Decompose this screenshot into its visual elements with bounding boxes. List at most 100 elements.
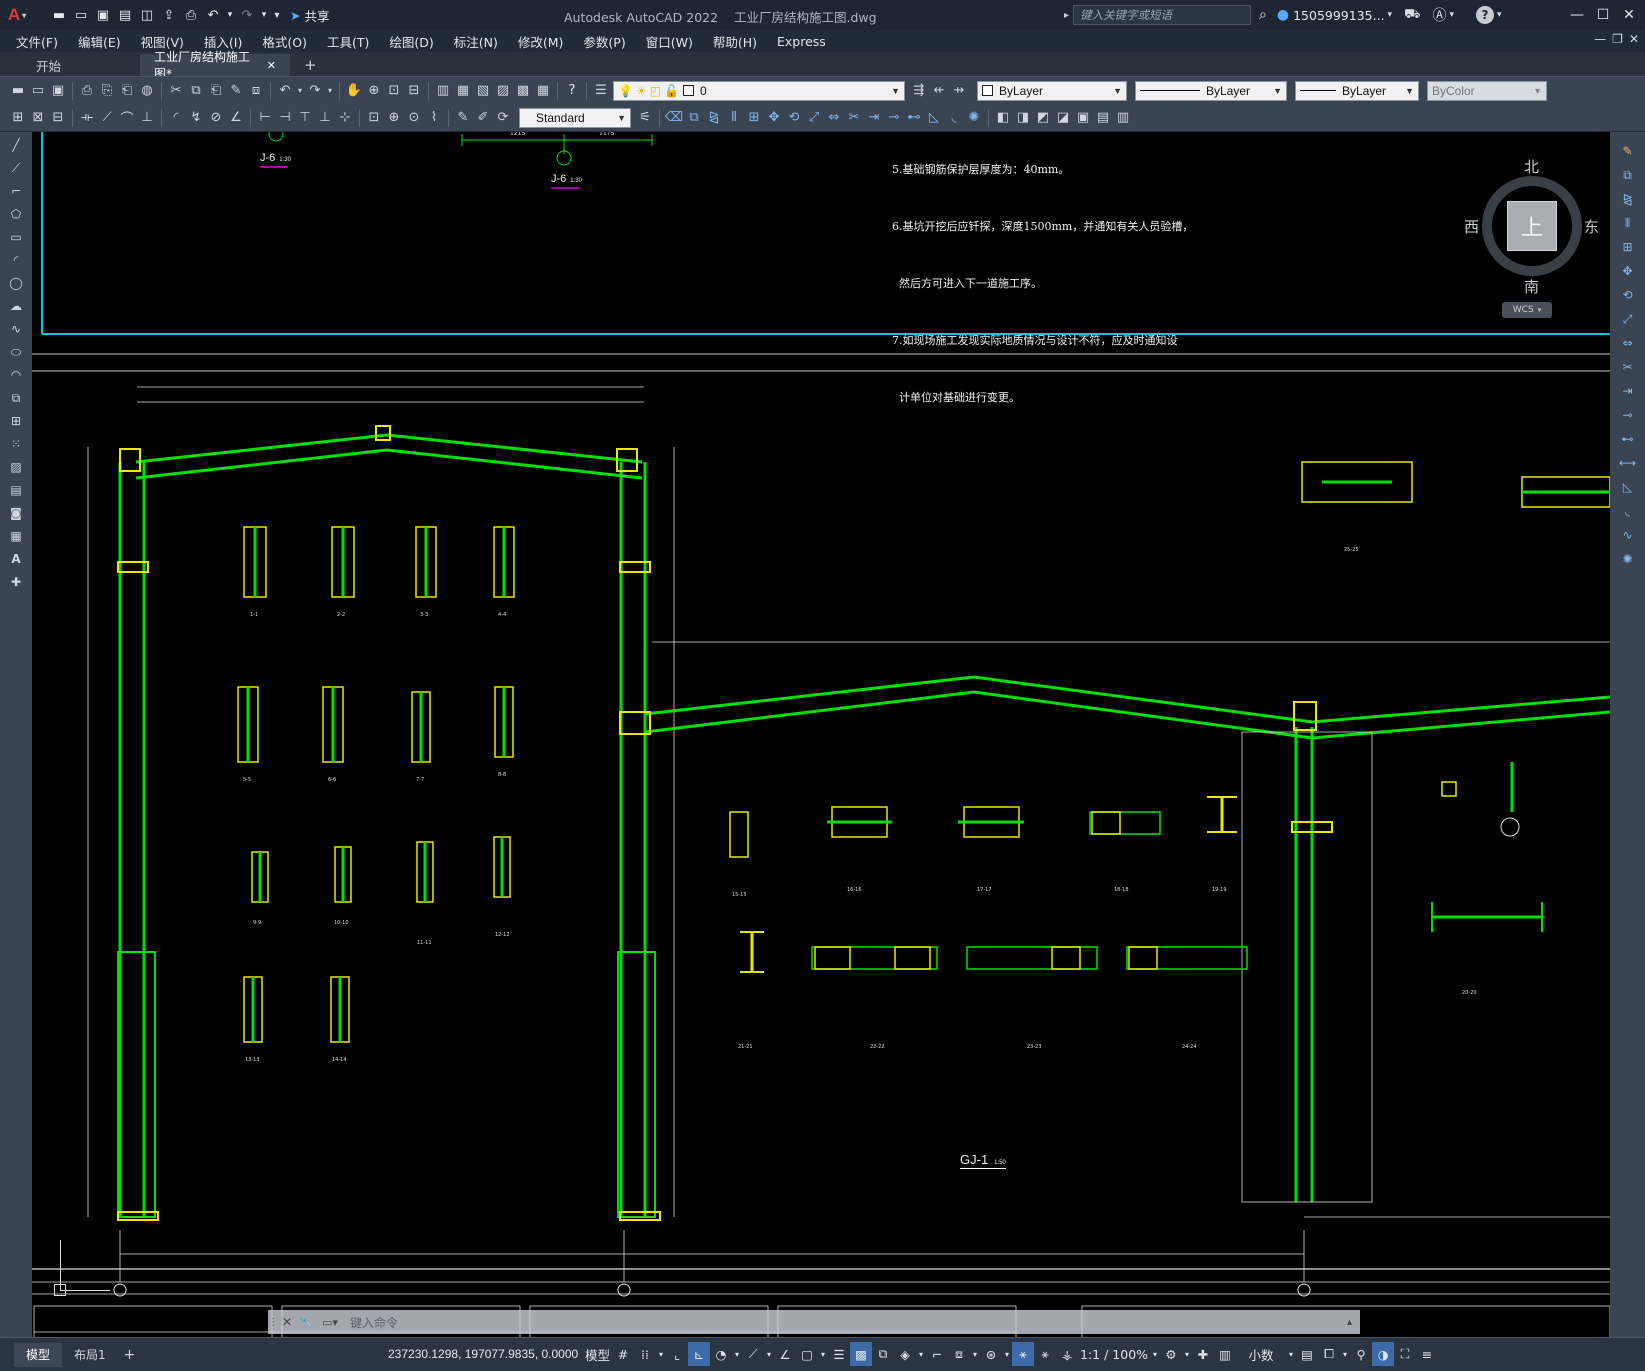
draworder-icon[interactable]: ▥ [1113,108,1133,128]
explode-icon[interactable]: ✺ [964,108,984,128]
dim-angular-icon[interactable]: ∠ [226,108,246,128]
make-block-icon[interactable]: ⊞ [8,108,28,128]
offset-icon[interactable]: ⫴ [724,108,744,128]
tab-document[interactable]: 工业厂房结构施工图* ✕ [140,50,290,81]
selection-filter-icon[interactable]: ⧈ [948,1342,970,1366]
model-space-button[interactable]: 模型 [583,1342,612,1366]
join-icon[interactable]: ⊷ [904,108,924,128]
mirror-icon[interactable]: ⧎ [704,108,724,128]
cmd-grip-icon[interactable]: ⋮ [268,1317,278,1328]
break-right-icon[interactable]: ⊷ [1619,430,1637,448]
join-right-icon[interactable]: ⟷ [1619,454,1637,472]
hatch-icon[interactable]: ▨ [7,458,25,476]
undo-tool-icon[interactable]: ↶ [275,81,295,101]
polar-icon[interactable]: ◔ [710,1342,732,1366]
preview-icon[interactable]: ⎘ [97,81,117,101]
table-icon[interactable]: ▦ [7,527,25,545]
text-front-icon[interactable]: ▣ [1073,108,1093,128]
dim-text-edit-icon[interactable]: ✐ [473,108,493,128]
array-right-icon[interactable]: ⊞ [1619,238,1637,256]
dim-aligned-icon[interactable]: ⟋ [97,108,117,128]
isolate-objects-icon[interactable]: ⚲ [1350,1342,1372,1366]
fillet-right-icon[interactable]: ◟ [1619,502,1637,520]
lock-ui-dropdown-icon[interactable]: ▾ [1340,1342,1350,1366]
paste-icon[interactable]: ⎗ [206,81,226,101]
move-icon[interactable]: ✥ [764,108,784,128]
erase-right-icon[interactable]: ✎ [1619,142,1637,160]
open-icon[interactable]: ▭ [28,81,48,101]
lock-ui-icon[interactable]: ⧠ [1318,1342,1340,1366]
menu-help[interactable]: 帮助(H) [703,32,767,51]
layer-on-icon[interactable]: 💡 [618,84,633,98]
workspace-dropdown-icon[interactable]: ▾ [1182,1342,1192,1366]
dim-update-icon[interactable]: ⟳ [493,108,513,128]
application-menu-button[interactable]: A ▾ [0,4,34,26]
isodraft-icon[interactable]: ⟋ [742,1342,764,1366]
design-center-icon[interactable]: ▦ [453,81,473,101]
compass-north[interactable]: 北 [1524,156,1539,177]
units-dropdown-icon[interactable]: ▾ [1286,1342,1296,1366]
annotation-scale-dropdown-icon[interactable]: ▾ [1150,1342,1160,1366]
doc-close-icon[interactable]: ✕ [1629,32,1639,46]
annotation-monitor-icon[interactable]: ✚ [1192,1342,1214,1366]
tab-start[interactable]: 开始 [0,54,140,76]
compass-south[interactable]: 南 [1524,276,1539,297]
match-properties-icon[interactable]: ✎ [226,81,246,101]
dim-style-dropdown[interactable]: Standard ▼ [519,107,631,128]
dim-arc-icon[interactable]: ⌒ [117,108,137,128]
auto-scale-icon[interactable]: ⚹ [1034,1342,1056,1366]
spline-icon[interactable]: ∿ [7,320,25,338]
close-icon[interactable]: ✕ [1616,2,1642,28]
wcs-menu[interactable]: WCS ▾ [1502,302,1552,318]
move-right-icon[interactable]: ✥ [1619,262,1637,280]
linetype-dropdown[interactable]: ByLayer ▼ [1135,80,1287,101]
menu-tools[interactable]: 工具(T) [317,32,379,51]
compass-west[interactable]: 西 [1464,216,1479,237]
customize-status-icon[interactable]: ≡ [1416,1342,1438,1366]
undo-dropdown-icon[interactable]: ▾ [224,4,236,26]
dim-space-icon[interactable]: ⊥ [315,108,335,128]
units-value[interactable]: 小数 [1236,1342,1286,1366]
viewcube-face-top[interactable]: 上 [1507,201,1557,251]
hatch-back-icon[interactable]: ▤ [1093,108,1113,128]
redo-tool-dropdown-icon[interactable]: ▾ [325,82,335,100]
explode-right-icon[interactable]: ✺ [1619,550,1637,568]
zoom-previous-icon[interactable]: ⊟ [404,81,424,101]
help-search-input[interactable]: 键入关键字或短语 [1073,5,1252,25]
tab-close-icon[interactable]: ✕ [267,59,276,72]
polyline-icon[interactable]: ⌐ [7,182,25,200]
cmd-recent-icon[interactable]: ▭▾ [316,1316,344,1329]
menu-draw[interactable]: 绘图(D) [379,32,443,51]
ortho-icon[interactable]: ⊾ [688,1342,711,1366]
gradient-icon[interactable]: ▤ [7,481,25,499]
chamfer-right-icon[interactable]: ◺ [1619,478,1637,496]
copy-object-icon[interactable]: ⧉ [684,108,704,128]
inspection-icon[interactable]: ⊙ [404,108,424,128]
3d-osnap-dropdown-icon[interactable]: ▾ [916,1342,926,1366]
block-editor-icon[interactable]: ⧈ [246,81,266,101]
draworder-back-icon[interactable]: ◨ [1013,108,1033,128]
menu-format[interactable]: 格式(O) [252,32,317,51]
layer-state-icon[interactable]: ⇸ [949,81,969,101]
polygon-icon[interactable]: ⬠ [7,205,25,223]
array-icon[interactable]: ⊞ [744,108,764,128]
copy-icon[interactable]: ⧉ [186,81,206,101]
snap-dropdown-icon[interactable]: ▾ [656,1342,666,1366]
selection-cycling-icon[interactable]: ⧉ [872,1342,894,1366]
dim-diameter-icon[interactable]: ⊘ [206,108,226,128]
minimize-icon[interactable]: — [1564,2,1590,28]
dim-continue-icon[interactable]: ⊤ [295,108,315,128]
menu-dimension[interactable]: 标注(N) [444,32,508,51]
trim-icon[interactable]: ✂ [844,108,864,128]
menu-parametric[interactable]: 参数(P) [573,32,635,51]
undo-tool-dropdown-icon[interactable]: ▾ [295,82,305,100]
grid-icon[interactable]: # [612,1342,634,1366]
layer-properties-icon[interactable]: ☰ [591,81,611,101]
draworder-front-icon[interactable]: ◧ [993,108,1013,128]
center-mark-icon[interactable]: ⊕ [384,108,404,128]
ellipse-icon[interactable]: ⬭ [7,343,25,361]
user-dropdown-icon[interactable]: ▾ [1388,10,1393,20]
bring-above-icon[interactable]: ◩ [1033,108,1053,128]
revision-cloud-icon[interactable]: ☁ [7,297,25,315]
add-selected-icon[interactable]: ✚ [7,573,25,591]
